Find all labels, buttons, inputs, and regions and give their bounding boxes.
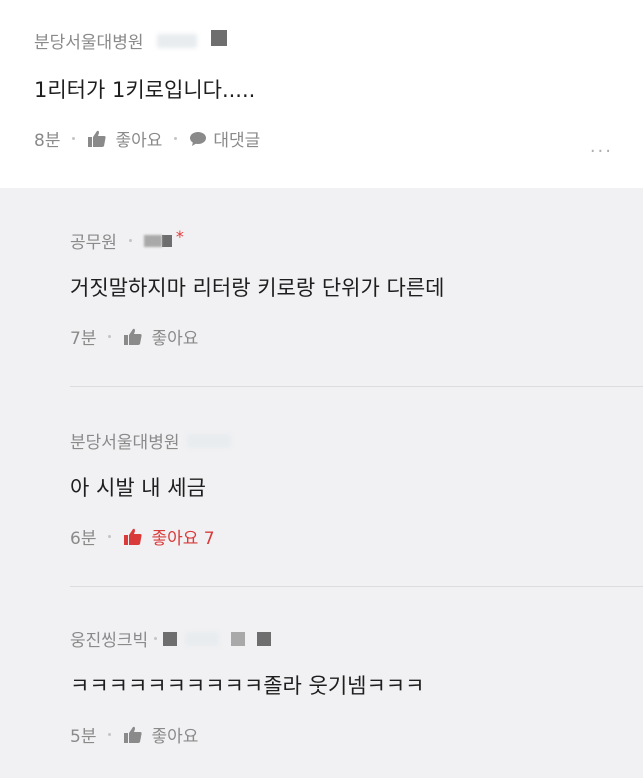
comment-time: 8분 [34,131,61,151]
reply-meta: 5분 좋아요 [70,722,198,747]
reply-header: 웅진씽크빅 [70,626,272,651]
reply-header: 공무원 * [70,227,184,253]
like-button[interactable]: 좋아요 [87,126,162,151]
author-name[interactable]: 공무원 [70,228,117,253]
author-name[interactable]: 분당서울대병원 [34,28,143,53]
top-comment: 분당서울대병원 1리터가 1키로입니다..... 8분 좋아요 대댓글 ... [0,0,643,188]
reply-meta: 6분 좋아요 7 [70,524,215,549]
like-button[interactable]: 좋아요 7 [123,524,215,549]
thumbs-up-icon [124,328,143,345]
censor-block [163,631,178,646]
censor-block [143,234,162,247]
reply-time: 5분 [70,727,97,747]
reply-text: ㅋㅋㅋㅋㅋㅋㅋㅋㅋㅋ졸라 웃기넴ㅋㅋㅋ [70,674,425,698]
speech-bubble-icon [190,131,207,146]
blurred-id [157,33,198,48]
censor-block [161,234,172,247]
like-button[interactable]: 좋아요 [123,722,198,747]
like-label: 좋아요 [115,131,163,151]
more-dots-icon[interactable]: ... [590,136,613,157]
divider [70,586,643,587]
replies-section: 공무원 * 거짓말하지마 리터랑 키로랑 단위가 다른데 7분 좋아요 분당서울… [0,188,643,778]
censor-block [211,29,228,46]
separator-dot [108,535,112,538]
comment-header: 분당서울대병원 [34,28,228,53]
like-label: 좋아요 [151,329,199,349]
reply-button[interactable]: 대댓글 [189,126,260,151]
reply-header: 분당서울대병원 [70,428,232,453]
separator-dot [108,733,112,736]
reply-meta: 7분 좋아요 [70,324,198,349]
censor-block [257,631,272,646]
reply-text: 아 시발 내 세금 [70,476,206,500]
comment-meta: 8분 좋아요 대댓글 [34,126,260,151]
author-name[interactable]: 분당서울대병원 [70,428,179,453]
separator-dot [174,137,178,140]
blurred-id [185,631,220,646]
separator-dot [128,239,132,242]
like-button[interactable]: 좋아요 [123,324,198,349]
divider [70,386,643,387]
badge-star: * [175,227,184,246]
comment-text: 1리터가 1키로입니다..... [34,78,256,102]
thumbs-up-icon [124,528,143,545]
separator-dot [72,137,76,140]
separator-dot [108,335,112,338]
separator-dot [154,637,158,640]
like-label: 좋아요 7 [151,529,215,549]
thumbs-up-icon [124,726,143,743]
reply-time: 7분 [70,329,97,349]
author-name[interactable]: 웅진씽크빅 [70,626,148,651]
reply-time: 6분 [70,529,97,549]
like-label: 좋아요 [151,727,199,747]
reply-label: 대댓글 [213,131,261,151]
thumbs-up-icon [88,130,107,147]
censor-block [231,631,246,646]
blurred-id [187,433,232,448]
reply-text: 거짓말하지마 리터랑 키로랑 단위가 다른데 [70,276,445,300]
